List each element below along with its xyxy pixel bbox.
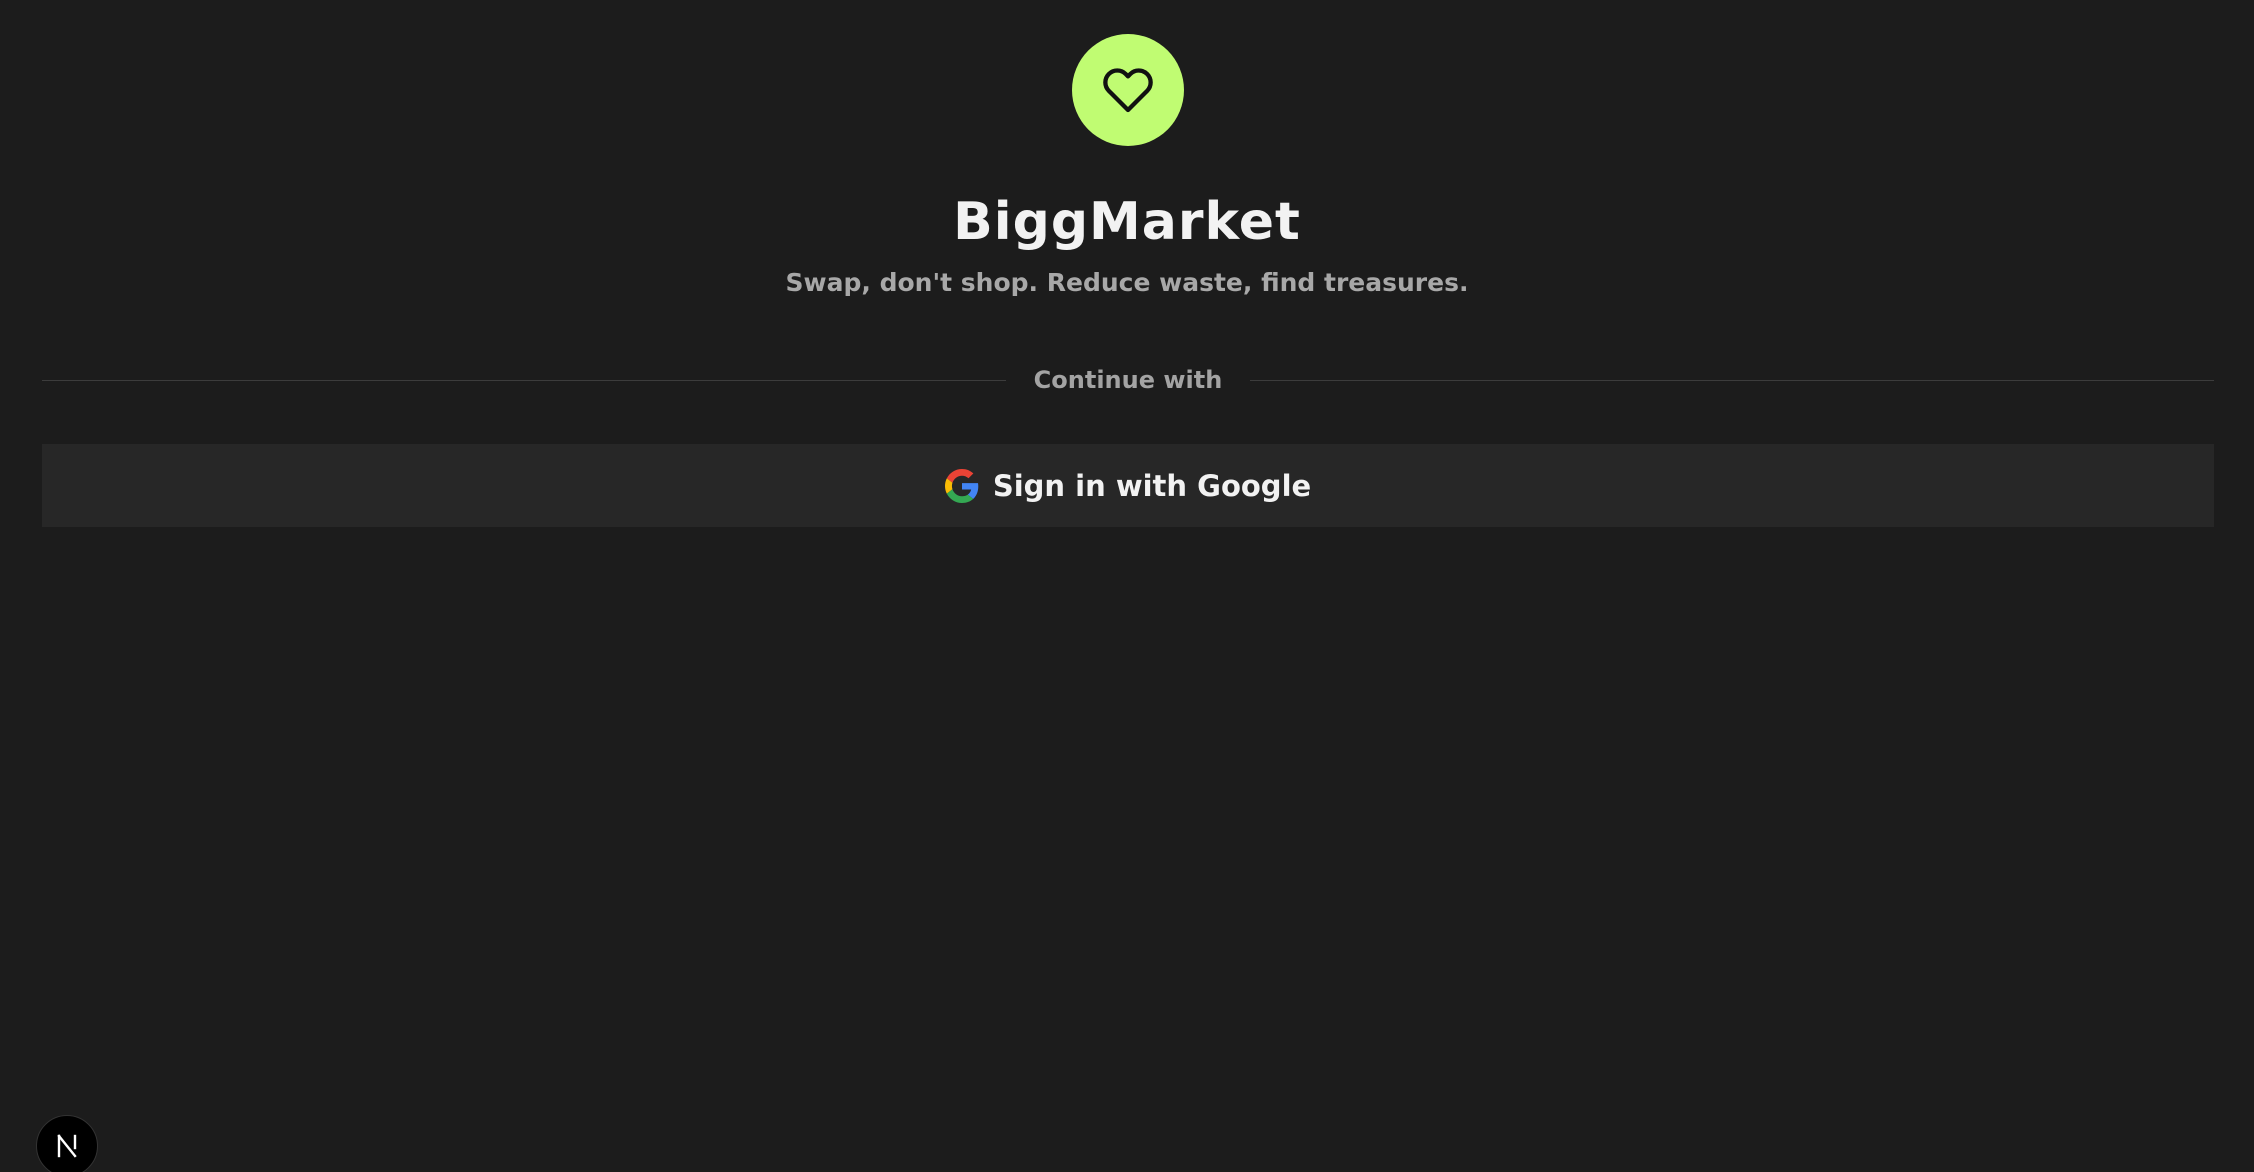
google-sign-in-label: Sign in with Google (992, 468, 1312, 503)
login-page: BiggMarket Swap, don't shop. Reduce wast… (0, 0, 2254, 1172)
divider-line-left (42, 379, 1006, 381)
google-icon (944, 468, 979, 503)
nextjs-dev-badge[interactable] (36, 1115, 98, 1172)
heart-icon (1103, 68, 1153, 113)
divider-text: Continue with (1033, 366, 1223, 394)
continue-with-divider: Continue with (42, 362, 2214, 398)
app-title: BiggMarket (953, 192, 1301, 252)
divider-line-right (1250, 379, 2214, 381)
nextjs-logo-icon (57, 1134, 77, 1158)
app-logo (1072, 34, 1184, 146)
google-sign-in-button[interactable]: Sign in with Google (42, 444, 2214, 527)
app-tagline: Swap, don't shop. Reduce waste, find tre… (785, 268, 1469, 297)
